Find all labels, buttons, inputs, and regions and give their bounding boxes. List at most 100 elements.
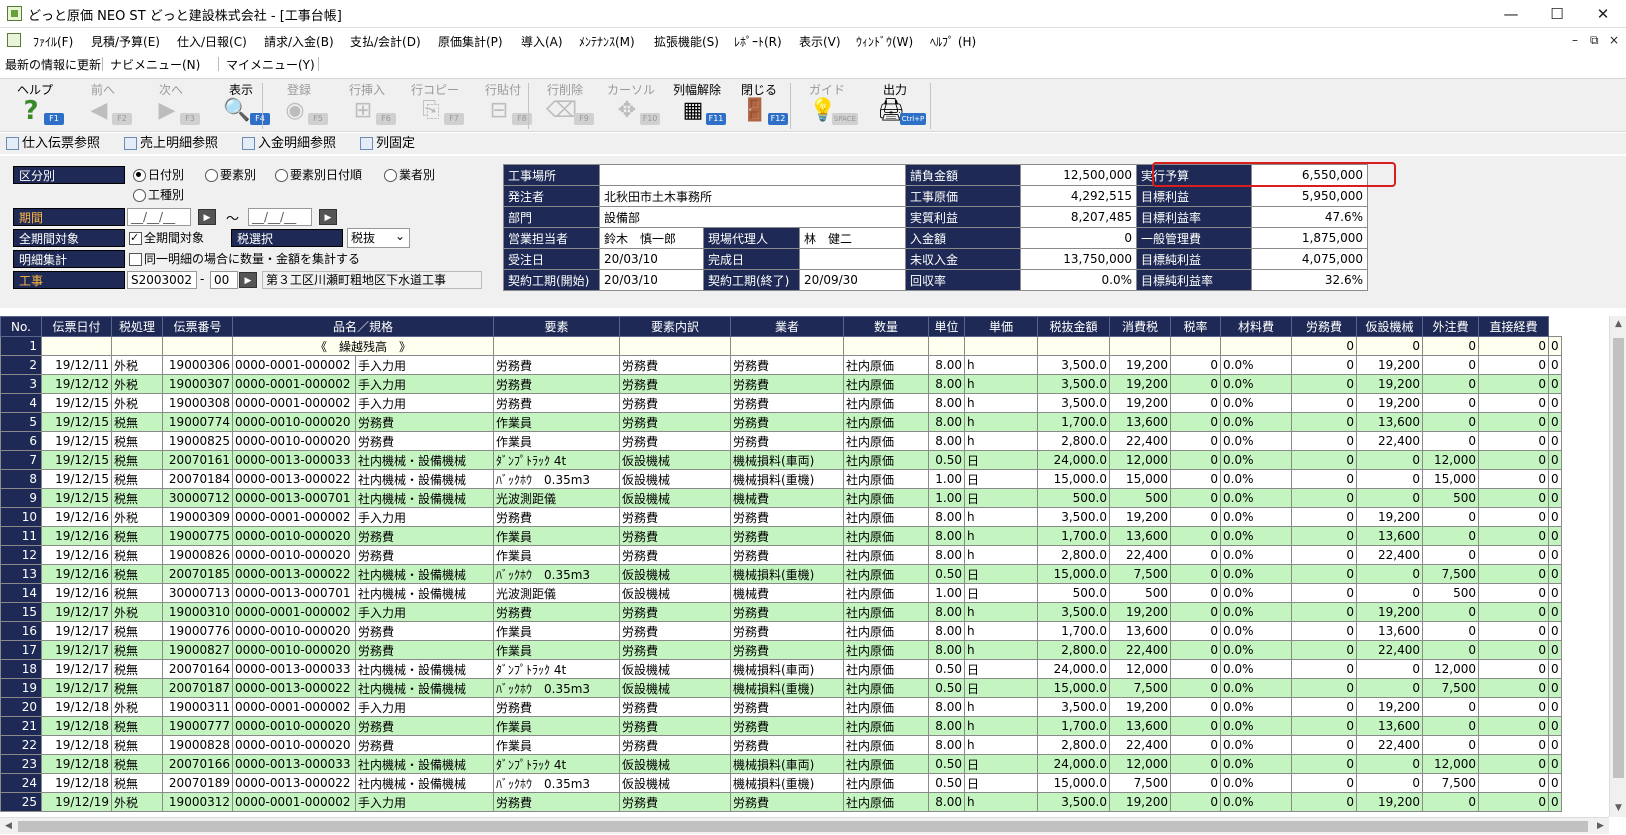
- date-cell[interactable]: 19/12/16: [41, 545, 112, 565]
- grid-cell[interactable]: 0: [1356, 773, 1423, 793]
- tax-cell[interactable]: 税無: [111, 716, 163, 736]
- grid-cell[interactable]: 500: [1109, 583, 1171, 603]
- menu-maintenance[interactable]: ﾒﾝﾃﾅﾝｽ(M): [579, 33, 635, 50]
- grid-cell[interactable]: 13,600: [1356, 526, 1423, 546]
- item-code-cell[interactable]: 0000-0013-000033: [232, 450, 356, 470]
- grid-cell[interactable]: 13,600: [1356, 412, 1423, 432]
- grid-cell[interactable]: [111, 336, 163, 356]
- item-spec-cell[interactable]: 光波測距儀: [493, 488, 620, 508]
- grid-cell[interactable]: 3,500.0: [1037, 792, 1110, 812]
- tax-select-dropdown[interactable]: 税抜: [347, 227, 410, 248]
- grid-cell[interactable]: 0: [1478, 431, 1549, 451]
- vendor-cell[interactable]: 社内原価: [843, 716, 929, 736]
- row-number[interactable]: 9: [0, 488, 42, 508]
- column-header[interactable]: 数量: [843, 316, 929, 337]
- grid-cell[interactable]: 19,200: [1356, 792, 1423, 812]
- menu-window[interactable]: ｳｨﾝﾄﾞｳ(W): [856, 33, 913, 50]
- grid-cell[interactable]: 0: [1170, 773, 1221, 793]
- grid-cell[interactable]: 0: [1422, 526, 1479, 546]
- toolbar-button-f2[interactable]: 前へ ◀ F2: [72, 81, 134, 131]
- item-spec-cell[interactable]: ﾀﾞﾝﾌﾟﾄﾗｯｸ 4t: [493, 659, 620, 679]
- table-row[interactable]: 20 19/12/18 外税 19000311 0000-0001-000002 手入力用…: [0, 697, 1562, 717]
- grid-cell[interactable]: 500: [1109, 488, 1171, 508]
- grid-cell[interactable]: 12,000: [1422, 754, 1479, 774]
- item-spec-cell[interactable]: 作業員: [493, 716, 620, 736]
- element-breakdown-cell[interactable]: 労務費: [730, 412, 844, 432]
- grid-cell[interactable]: 0: [1422, 374, 1479, 394]
- grid-cell[interactable]: 0: [1548, 564, 1562, 584]
- vendor-cell[interactable]: 社内原価: [843, 488, 929, 508]
- table-row[interactable]: 24 19/12/18 税無 20070189 0000-0013-000022 社内機械…: [0, 773, 1562, 793]
- grid-cell[interactable]: [1170, 336, 1221, 356]
- element-cell[interactable]: 仮設機械: [619, 583, 731, 603]
- grid-cell[interactable]: 0.50: [928, 754, 965, 774]
- vendor-cell[interactable]: 社内原価: [843, 355, 929, 375]
- grid-cell[interactable]: 0: [1291, 431, 1357, 451]
- grid-cell[interactable]: 3,500.0: [1037, 393, 1110, 413]
- tax-cell[interactable]: 税無: [111, 564, 163, 584]
- item-name-cell[interactable]: 労務費: [355, 716, 494, 736]
- grid-cell[interactable]: 13,600: [1356, 716, 1423, 736]
- grid-cell[interactable]: 0: [1291, 412, 1357, 432]
- item-name-cell[interactable]: 労務費: [355, 526, 494, 546]
- element-breakdown-cell[interactable]: 労務費: [730, 640, 844, 660]
- grid-cell[interactable]: 0: [1170, 355, 1221, 375]
- item-spec-cell[interactable]: 労務費: [493, 792, 620, 812]
- grid-cell[interactable]: 22,400: [1109, 735, 1171, 755]
- item-code-cell[interactable]: 0000-0010-000020: [232, 640, 356, 660]
- item-spec-cell[interactable]: ﾊﾞｯｸﾎｳ 0.35m3: [493, 678, 620, 698]
- element-breakdown-cell[interactable]: 労務費: [730, 374, 844, 394]
- period-end-input[interactable]: __/__/__: [248, 208, 312, 226]
- item-code-cell[interactable]: 0000-0013-000022: [232, 678, 356, 698]
- grid-cell[interactable]: h: [964, 792, 1038, 812]
- grid-cell[interactable]: 日: [964, 564, 1038, 584]
- item-spec-cell[interactable]: 労務費: [493, 602, 620, 622]
- slip-no-cell[interactable]: 30000713: [162, 583, 233, 603]
- date-cell[interactable]: 19/12/18: [41, 735, 112, 755]
- grid-cell[interactable]: 日: [964, 659, 1038, 679]
- grid-cell[interactable]: 500: [1422, 583, 1479, 603]
- item-spec-cell[interactable]: 作業員: [493, 621, 620, 641]
- row-number[interactable]: 22: [0, 735, 42, 755]
- grid-cell[interactable]: 0: [1422, 431, 1479, 451]
- mdi-close-button[interactable]: ×: [1609, 33, 1619, 47]
- grid-cell[interactable]: 0: [1291, 659, 1357, 679]
- grid-cell[interactable]: 0: [1548, 336, 1562, 356]
- item-code-cell[interactable]: 0000-0001-000002: [232, 602, 356, 622]
- row-number[interactable]: 6: [0, 431, 42, 451]
- item-code-cell[interactable]: 0000-0010-000020: [232, 431, 356, 451]
- grid-cell[interactable]: [730, 336, 844, 356]
- grid-cell[interactable]: 0: [1170, 469, 1221, 489]
- grid-cell[interactable]: 0: [1170, 564, 1221, 584]
- grid-cell[interactable]: 0: [1356, 564, 1423, 584]
- tax-cell[interactable]: 外税: [111, 355, 163, 375]
- element-breakdown-cell[interactable]: 機械損料(車両): [730, 754, 844, 774]
- vendor-cell[interactable]: 社内原価: [843, 583, 929, 603]
- item-name-cell[interactable]: 社内機械・設備機械: [355, 773, 494, 793]
- grid-cell[interactable]: 0: [1478, 792, 1549, 812]
- element-breakdown-cell[interactable]: 機械費: [730, 583, 844, 603]
- element-breakdown-cell[interactable]: 機械損料(重機): [730, 469, 844, 489]
- grid-cell[interactable]: 0: [1291, 602, 1357, 622]
- grid-cell[interactable]: 8.00: [928, 507, 965, 527]
- grid-cell[interactable]: 0: [1170, 393, 1221, 413]
- grid-cell[interactable]: 13,600: [1109, 412, 1171, 432]
- item-name-cell[interactable]: 社内機械・設備機械: [355, 488, 494, 508]
- table-row[interactable]: 23 19/12/18 税無 20070166 0000-0013-000033 社内機械…: [0, 754, 1562, 774]
- grid-cell[interactable]: 0: [1548, 697, 1562, 717]
- grid-cell[interactable]: 0: [1548, 488, 1562, 508]
- date-cell[interactable]: 19/12/17: [41, 659, 112, 679]
- column-header-tax[interactable]: 税処理: [111, 316, 163, 337]
- column-header[interactable]: 材料費: [1220, 316, 1292, 337]
- grid-cell[interactable]: 15,000.0: [1037, 564, 1110, 584]
- grid-cell[interactable]: 0: [1422, 507, 1479, 527]
- vendor-cell[interactable]: 社内原価: [843, 792, 929, 812]
- table-row[interactable]: 10 19/12/16 外税 19000309 0000-0001-000002 手入力用…: [0, 507, 1562, 527]
- element-cell[interactable]: 仮設機械: [619, 659, 731, 679]
- grid-cell[interactable]: 0: [1356, 336, 1423, 356]
- element-breakdown-cell[interactable]: 労務費: [730, 545, 844, 565]
- row-number[interactable]: 19: [0, 678, 42, 698]
- grid-cell[interactable]: 0: [1422, 545, 1479, 565]
- grid-cell[interactable]: 0: [1478, 697, 1549, 717]
- menu-cost-summary[interactable]: 原価集計(P): [438, 33, 503, 50]
